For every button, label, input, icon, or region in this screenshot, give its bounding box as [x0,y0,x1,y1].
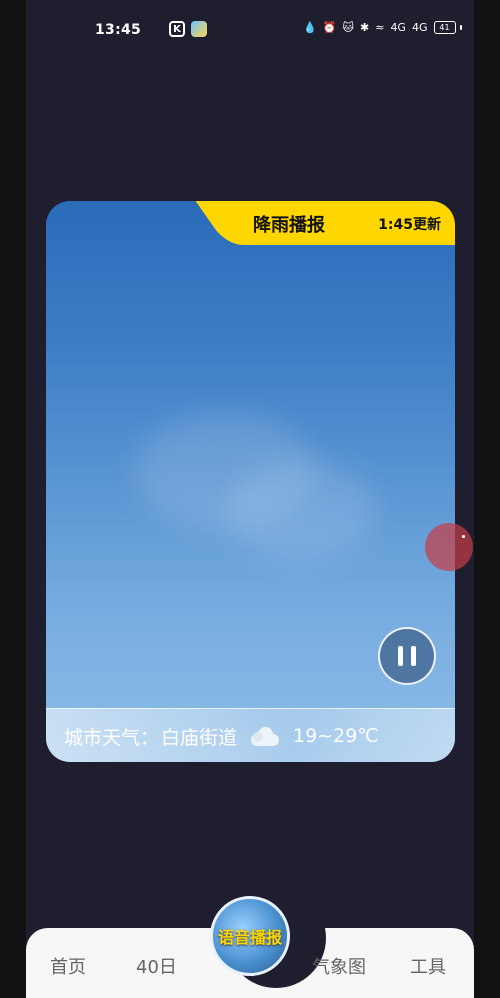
status-app-icons: K [169,21,207,37]
weather-app-icon [191,21,207,37]
city-weather-strip: 城市天气： 白庙街道 19~29℃ [46,708,455,762]
nav-weather-map[interactable]: 气象图 [312,953,366,979]
rain-broadcast-tag: 降雨播报 1:45更新 [233,201,455,245]
drop-icon: 💧 [303,20,317,34]
status-right-icons: 💧 ⏰ 🐱 ✱ ≈ 4G 4G 41 [303,20,462,34]
signal-4g-2: 4G [411,20,428,34]
tag-update-time: 1:45更新 [378,217,441,233]
cloud-icon [249,725,281,747]
bluetooth-icon: ✱ [360,20,370,34]
tag-title: 降雨播报 [253,215,325,236]
status-time: 13:45 [95,22,142,38]
signal-4g-1: 4G [390,20,406,34]
alarm-icon: ⏰ [322,20,337,34]
voice-broadcast-button[interactable]: 语音播报 [210,896,290,976]
pause-button[interactable] [378,627,436,685]
pause-icon [398,646,403,666]
floating-touch-button[interactable] [425,523,473,571]
cloud-background [226,461,376,561]
nav-40-day[interactable]: 40日 [136,953,177,979]
vibrate-icon: ≈ [375,20,385,34]
pause-icon [411,646,416,666]
status-bar: 13:45 K 💧 ⏰ 🐱 ✱ ≈ 4G 4G 41 [26,0,474,60]
right-border [474,0,500,998]
kugou-icon: K [169,21,185,37]
battery-level: 41 [433,21,456,34]
street-name: 白庙街道 [161,726,238,749]
nav-tools[interactable]: 工具 [410,953,446,979]
voice-broadcast-label: 语音播报 [217,928,282,947]
left-border [0,0,26,998]
city-weather-label: 城市天气： [64,726,160,749]
cat-icon: 🐱 [342,20,354,34]
temperature-range: 19~29℃ [293,725,379,747]
rain-broadcast-card[interactable]: 降雨播报 1:45更新 城市天气： 白庙街道 19~29℃ [46,201,455,762]
battery-icon: 41 [433,20,462,34]
nav-home[interactable]: 首页 [50,953,86,979]
